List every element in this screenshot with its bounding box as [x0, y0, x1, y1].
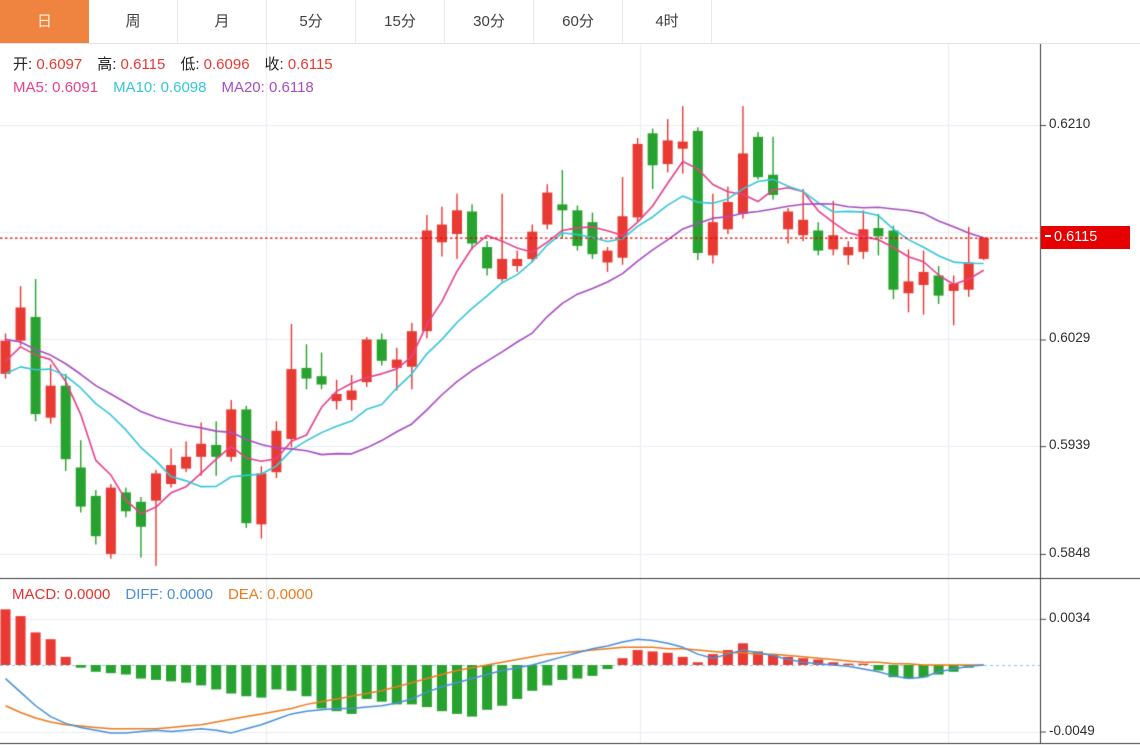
info-value: 0.6115 — [283, 56, 333, 73]
macd-info-row: MACD: 0.0000 DIFF: 0.0000 DEA: 0.0000 — [12, 586, 328, 603]
info-value: 0.0000 — [162, 586, 213, 603]
ohlc-info-row: 开: 0.6097 高: 0.6115 低: 0.6096 收: 0.6115 — [13, 53, 348, 74]
info-value: 0.0000 — [60, 586, 111, 603]
price-badge-tick — [1045, 235, 1051, 238]
info-value: 0.6098 — [156, 79, 207, 96]
info-ohlc-item: 开: 0.6097 — [13, 56, 82, 73]
current-price-badge: 0.6115 — [1041, 226, 1130, 249]
period-tabbar: 日周月 5分 15分 30分 60分 4时 — [0, 0, 1140, 44]
kline-chart-canvas[interactable] — [0, 0, 1140, 749]
info-label: DEA: — [227, 586, 263, 603]
y-axis-label: 0.0034 — [1049, 609, 1091, 625]
info-value: 0.6091 — [48, 79, 99, 96]
info-value: 0.0000 — [262, 586, 313, 603]
info-macd-item: DEA: 0.0000 — [228, 586, 313, 603]
y-axis-label: 0.6210 — [1049, 116, 1091, 131]
info-ohlc-item: 收: 0.6115 — [265, 56, 333, 73]
info-value: 0.6118 — [264, 79, 314, 96]
info-macd-item: DIFF: 0.0000 — [125, 586, 213, 603]
info-value: 0.6096 — [199, 56, 250, 73]
y-axis-label: 0.6029 — [1049, 330, 1091, 346]
tab-month[interactable]: 月 — [178, 0, 267, 43]
info-ohlc-item: 高: 0.6115 — [97, 56, 165, 73]
ma-info-row: MA5: 0.6091 MA10: 0.6098 MA20: 0.6118 — [13, 79, 329, 96]
y-axis-label: -0.0049 — [1049, 722, 1095, 738]
info-value: 0.6097 — [32, 56, 83, 73]
y-axis-label: 0.5848 — [1049, 544, 1091, 560]
tab-15min[interactable]: 15分 — [356, 0, 445, 43]
tab-day[interactable]: 日 — [0, 0, 89, 43]
info-macd-item: MACD: 0.0000 — [12, 586, 110, 603]
tab-60min[interactable]: 60分 — [534, 0, 623, 43]
info-label: 开: — [13, 56, 33, 73]
info-label: DIFF: — [125, 586, 163, 603]
info-label: 低: — [180, 56, 200, 73]
info-ma-item: MA10: 0.6098 — [113, 79, 206, 96]
info-label: 高: — [97, 56, 117, 73]
tab-5min[interactable]: 5分 — [267, 0, 356, 43]
current-price-value: 0.6115 — [1054, 229, 1098, 245]
info-label: MA10: — [113, 79, 157, 96]
tab-30min[interactable]: 30分 — [445, 0, 534, 43]
kline-chart-app: 日周月 5分 15分 30分 60分 4时 开: 0.6097 高: 0.6115 低: 0.… — [0, 0, 1140, 749]
y-axis-label: 0.5939 — [1049, 437, 1091, 453]
info-label: MA20: — [221, 79, 265, 96]
tabbar-filler — [712, 0, 1140, 43]
tab-week[interactable]: 周 — [89, 0, 178, 43]
info-value: 0.6115 — [116, 56, 166, 73]
info-label: MACD: — [12, 586, 61, 603]
info-label: 收: — [264, 56, 284, 73]
info-ohlc-item: 低: 0.6096 — [180, 56, 249, 73]
info-ma-item: MA20: 0.6118 — [221, 79, 313, 96]
tab-4hour[interactable]: 4时 — [623, 0, 712, 43]
info-ma-item: MA5: 0.6091 — [13, 79, 98, 96]
info-label: MA5: — [13, 79, 49, 96]
